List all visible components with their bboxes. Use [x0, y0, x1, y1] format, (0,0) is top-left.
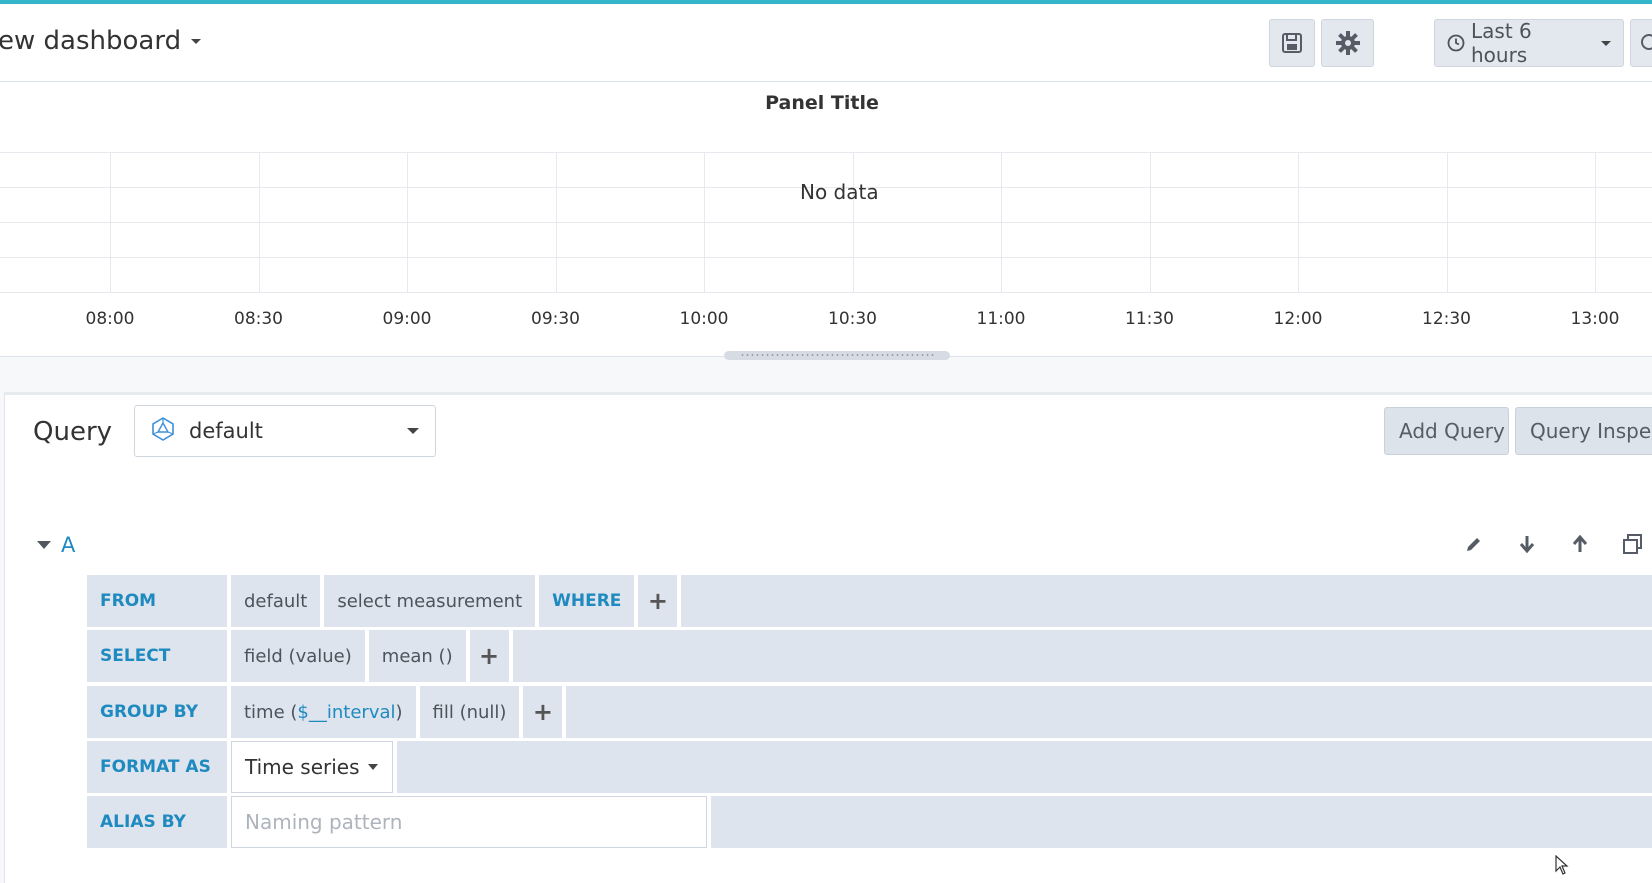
alias-input[interactable]: Naming pattern: [231, 796, 707, 848]
x-axis-tick-label: 12:30: [1422, 309, 1471, 329]
gear-icon: [1335, 30, 1361, 56]
from-keyword: FROM: [87, 575, 227, 627]
dashboard-settings-button[interactable]: [1321, 19, 1374, 67]
field-segment[interactable]: field (value): [231, 630, 365, 682]
select-keyword: SELECT: [87, 630, 227, 682]
datasource-name: default: [189, 419, 263, 443]
format-as-row: FORMAT AS Time series: [87, 741, 1652, 793]
no-data-message: No data: [800, 180, 879, 204]
zoom-out-button[interactable]: [1630, 19, 1652, 67]
graph-grid: [0, 152, 1652, 293]
chevron-down-icon: [1601, 40, 1611, 46]
group-by-row-filler: [566, 686, 1652, 738]
format-as-keyword: FORMAT AS: [87, 741, 227, 793]
panel-resize-handle[interactable]: [724, 351, 950, 360]
add-where-button[interactable]: +: [638, 575, 678, 627]
caret-down-icon: [191, 39, 202, 44]
chevron-down-icon: [368, 764, 378, 770]
mouse-cursor-icon: [1555, 854, 1569, 879]
save-dashboard-button[interactable]: [1269, 19, 1315, 67]
x-axis-tick-label: 13:00: [1570, 309, 1620, 329]
dashboard-navbar: ew dashboard Last 6 hours: [0, 4, 1652, 82]
query-row-header[interactable]: A: [37, 533, 75, 557]
format-as-value: Time series: [245, 755, 360, 779]
x-axis-tick-label: 10:30: [828, 309, 877, 329]
x-axis-tick-label: 11:30: [1125, 309, 1174, 329]
time-prefix: time (: [244, 701, 298, 723]
datasource-select[interactable]: default: [134, 405, 436, 457]
query-editor: Query default Add Query Query Inspect A …: [4, 392, 1652, 883]
from-row: FROM default select measurement WHERE +: [87, 575, 1652, 627]
time-range-picker[interactable]: Last 6 hours: [1434, 19, 1624, 67]
group-by-row: GROUP BY time ($__interval) fill (null) …: [87, 686, 1652, 738]
format-as-row-filler: [397, 741, 1652, 793]
x-axis-tick-label: 12:00: [1273, 309, 1323, 329]
add-select-button[interactable]: +: [469, 630, 509, 682]
x-axis-tick-label: 09:00: [382, 309, 432, 329]
duplicate-icon[interactable]: [1622, 533, 1644, 555]
x-axis-tick-label: 10:00: [679, 309, 729, 329]
format-as-select[interactable]: Time series: [231, 741, 393, 793]
zoom-out-icon: [1639, 32, 1652, 54]
aggregation-segment[interactable]: mean (): [368, 630, 466, 682]
collapse-triangle-icon: [37, 541, 51, 549]
datasource-icon: [151, 416, 175, 446]
pencil-icon[interactable]: [1463, 533, 1485, 555]
select-row-filler: [512, 630, 1652, 682]
x-axis-tick-label: 08:30: [234, 309, 283, 329]
alias-by-keyword: ALIAS BY: [87, 796, 227, 848]
time-interval-segment[interactable]: time ($__interval): [231, 686, 416, 738]
chevron-down-icon: [407, 428, 419, 434]
dashboard-title: ew dashboard: [0, 26, 182, 56]
dashboard-title-picker[interactable]: ew dashboard: [0, 26, 202, 56]
query-inspector-button[interactable]: Query Inspect: [1515, 407, 1652, 455]
query-ref-id: A: [61, 533, 76, 557]
alias-by-row: ALIAS BY Naming pattern: [87, 796, 1652, 848]
from-row-filler: [681, 575, 1652, 627]
retention-policy-segment[interactable]: default: [231, 575, 321, 627]
graph-panel: Panel Title No data 08:00 08:30 09:00 09:30…: [0, 82, 1652, 357]
panel-title[interactable]: Panel Title: [0, 92, 1644, 114]
query-row-actions: [1463, 533, 1644, 555]
move-down-icon[interactable]: [1516, 533, 1538, 555]
time-range-label: Last 6 hours: [1471, 19, 1532, 67]
x-axis-tick-label: 09:30: [531, 309, 580, 329]
clock-icon: [1447, 34, 1465, 52]
x-axis-tick-label: 08:00: [85, 309, 135, 329]
add-group-by-button[interactable]: +: [523, 686, 563, 738]
measurement-segment[interactable]: select measurement: [324, 575, 536, 627]
time-suffix: ): [395, 701, 403, 723]
select-row: SELECT field (value) mean () +: [87, 630, 1652, 682]
add-query-button[interactable]: Add Query: [1384, 407, 1509, 455]
fill-segment[interactable]: fill (null): [419, 686, 520, 738]
query-section-label: Query: [33, 417, 113, 447]
move-up-icon[interactable]: [1569, 533, 1591, 555]
alias-by-row-filler: [711, 796, 1652, 848]
where-keyword: WHERE: [539, 575, 635, 627]
interval-variable: $__interval: [297, 701, 396, 723]
save-icon: [1281, 32, 1303, 54]
x-axis-tick-label: 11:00: [976, 309, 1026, 329]
group-by-keyword: GROUP BY: [87, 686, 227, 738]
